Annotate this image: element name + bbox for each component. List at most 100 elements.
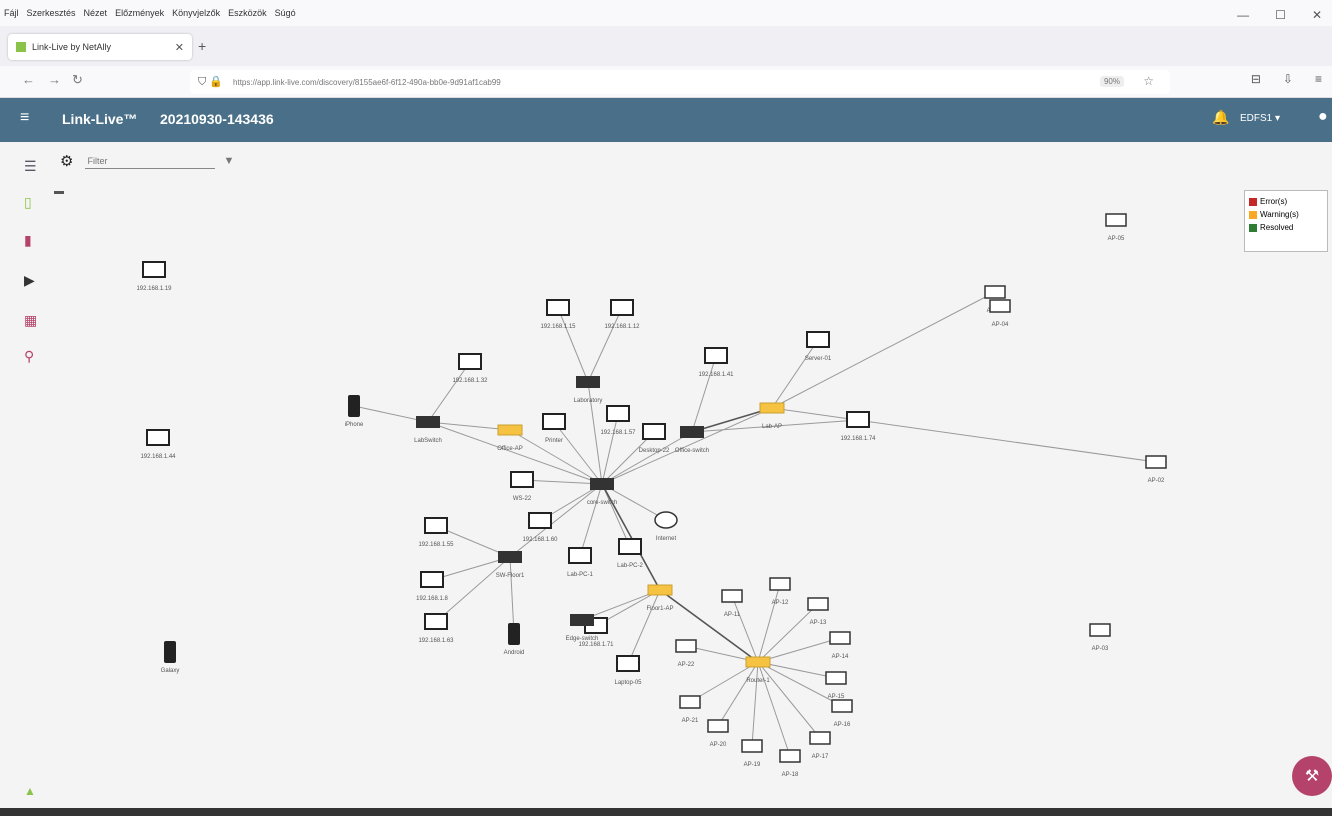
node-device[interactable]: Lab-PC-1 [567,547,593,578]
menu-history[interactable]: Előzmények [115,8,164,18]
node-ap[interactable]: AP-20 [707,719,729,748]
node-device[interactable]: Lab-PC-2 [617,538,643,569]
node-device[interactable]: 192.168.1.41 [698,347,734,378]
user-dropdown[interactable]: EDFS1 ▾ [1240,113,1280,124]
forward-icon[interactable]: → [48,72,61,87]
menu-view[interactable]: Nézet [84,8,108,18]
account-icon[interactable]: ● [1318,108,1328,126]
node-device[interactable]: Laptop-05 [614,655,642,686]
node-icon [1089,623,1111,637]
node-phone[interactable]: Galaxy [161,641,180,674]
node-icon [590,478,614,490]
node-ap[interactable]: AP-22 [675,639,697,668]
menu-bookmarks[interactable]: Könyvjelzők [172,8,220,18]
node-icon [759,402,785,414]
node-phone[interactable]: Android [504,623,525,656]
node-ap[interactable]: AP-11 [721,589,743,618]
gear-icon[interactable]: ⚙ [60,152,73,170]
menu-help[interactable]: Súgó [275,8,296,18]
notification-bell-icon[interactable]: 🔔 [1212,109,1229,126]
zoom-badge[interactable]: 90% [1099,76,1124,87]
graph-link [557,307,589,383]
back-icon[interactable]: ← [22,72,35,87]
node-icon [984,285,1006,299]
url-bar[interactable]: ⛉ 🔒 https://app.link-live.com/discovery/… [190,70,1170,94]
node-label: Edge-switch [566,636,599,642]
library-icon[interactable]: ⊟ [1251,72,1261,86]
node-device[interactable]: Printer [542,413,566,444]
node-ap[interactable]: AP-05 [1105,213,1127,242]
node-ap[interactable]: AP-21 [679,695,701,724]
new-tab-button[interactable]: + [198,38,206,54]
graph-link [509,483,603,558]
menu-tools[interactable]: Eszközök [228,8,267,18]
node-ap[interactable]: AP-03 [1089,623,1111,652]
filter-funnel-icon[interactable]: ▼ [223,155,234,167]
node-device[interactable]: 192.168.1.12 [604,299,640,330]
node-ap[interactable]: AP-14 [829,631,851,660]
sidebar-chart-icon[interactable]: ▦ [24,312,37,329]
node-ap[interactable]: AP-02 [1145,455,1167,484]
node-device[interactable]: 192.168.1.44 [140,429,176,460]
minimize-icon[interactable]: — [1237,8,1249,22]
node-device[interactable]: 192.168.1.15 [540,299,576,330]
sidebar-device-icon[interactable]: ▯ [24,194,32,211]
node-ap[interactable]: AP-19 [741,739,763,768]
node-cloud[interactable]: Internet [654,511,678,542]
node-wap[interactable]: Office-AP [497,424,523,452]
menu-edit[interactable]: Szerkesztés [27,8,76,18]
sidebar-list-icon[interactable]: ☰ [24,158,37,175]
node-device[interactable]: 192.168.1.32 [452,353,488,384]
node-ap[interactable]: AP-12 [769,577,791,606]
graph-link [757,661,821,739]
node-ap[interactable]: AP-16 [831,699,853,728]
app-menu-icon[interactable]: ≡ [20,109,29,127]
node-ap[interactable]: AP-17 [809,731,831,760]
sidebar-file-icon[interactable]: ▮ [24,232,32,249]
node-wap[interactable]: Lab-AP [759,402,785,430]
node-ap[interactable]: AP-04 [989,299,1011,328]
node-ap[interactable]: AP-15 [825,671,847,700]
sidebar-play-icon[interactable]: ▶ [24,272,35,289]
node-device[interactable]: 192.168.1.55 [418,517,454,548]
node-device[interactable]: 192.168.1.19 [136,261,172,292]
node-switch[interactable]: Laboratory [574,376,603,404]
maximize-icon[interactable]: ☐ [1275,8,1286,22]
hamburger-menu-icon[interactable]: ≡ [1315,72,1322,86]
filter-input[interactable] [85,153,216,169]
node-device[interactable]: 192.168.1.8 [416,571,449,602]
network-map[interactable]: core-switch Laboratory LabSwitch Office-swi… [52,142,1332,816]
node-device[interactable]: Server-01 [805,331,832,362]
signal-icon[interactable]: ▲ [24,784,36,798]
close-window-icon[interactable]: ✕ [1312,8,1322,22]
tools-fab-button[interactable]: ⚒ [1292,756,1332,796]
menu-file[interactable]: Fájl [4,8,19,18]
node-label: 192.168.1.8 [416,596,448,602]
node-ap[interactable]: AP-13 [807,597,829,626]
browser-navbar: ← → ↻ ⛉ 🔒 https://app.link-live.com/disc… [0,66,1332,98]
download-icon[interactable]: ⇩ [1283,72,1293,86]
node-device[interactable]: 192.168.1.63 [418,613,454,644]
browser-tab[interactable]: Link-Live by NetAlly ✕ [8,34,192,60]
tab-close-icon[interactable]: ✕ [175,41,184,54]
node-label: AP-02 [1148,478,1165,484]
node-switch[interactable]: LabSwitch [414,416,442,444]
node-device[interactable]: 192.168.1.57 [600,405,636,436]
node-device[interactable]: Desktop-22 [639,423,670,454]
node-switch[interactable]: Office-switch [675,426,709,454]
node-router[interactable]: Router-1 [745,656,771,684]
node-device[interactable]: WS-22 [510,471,534,502]
horizontal-scrollbar[interactable] [0,808,1332,816]
sidebar-location-icon[interactable]: ⚲ [24,348,34,365]
node-ap[interactable]: AP-18 [779,749,801,778]
node-wap[interactable]: Floor1-AP [646,584,674,612]
node-phone[interactable]: iPhone [345,395,364,428]
collapse-icon[interactable]: ▬ [54,186,64,197]
window-controls: — ☐ ✕ [1237,8,1322,22]
discovery-canvas[interactable]: core-switch Laboratory LabSwitch Office-swi… [52,142,1332,816]
reload-icon[interactable]: ↻ [72,72,83,88]
node-device[interactable]: 192.168.1.60 [522,512,558,543]
bookmark-star-icon[interactable]: ☆ [1143,74,1154,88]
node-label: AP-03 [1092,646,1109,652]
node-device[interactable]: 192.168.1.74 [840,411,876,442]
